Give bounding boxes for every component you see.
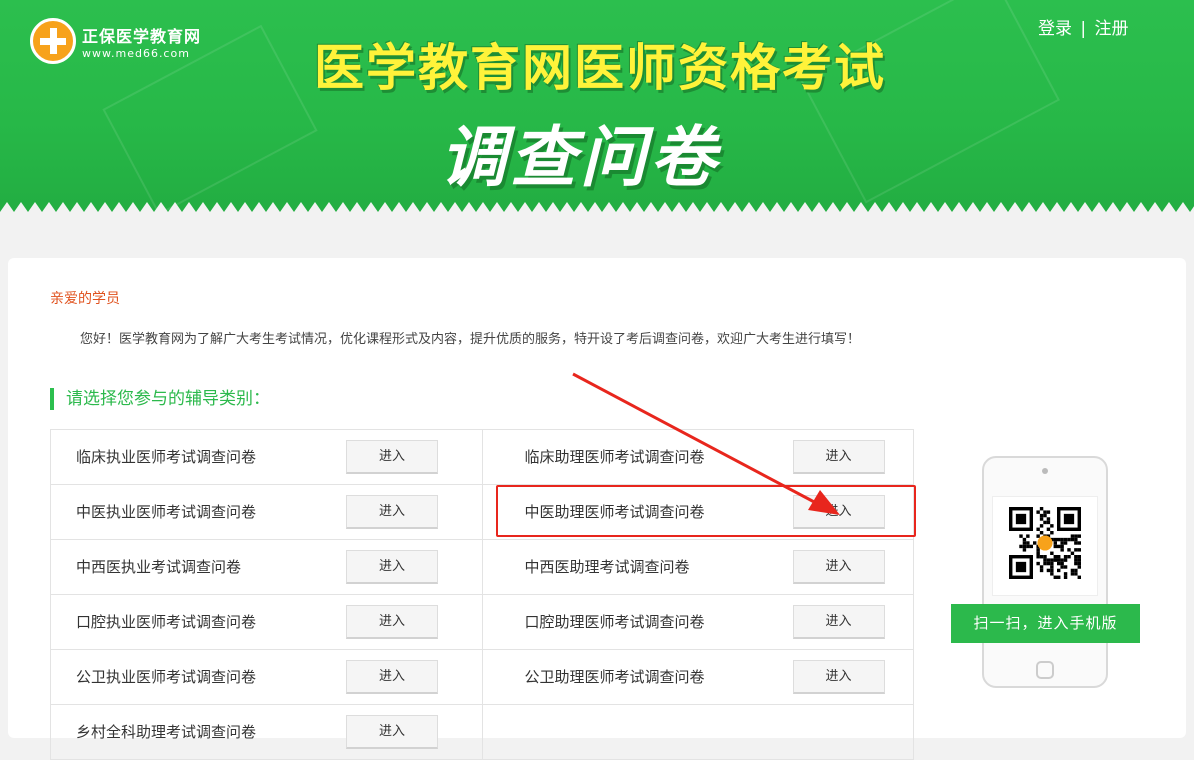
survey-cell: 口腔执业医师考试调查问卷 进入 [51, 595, 483, 650]
survey-cell-empty [482, 705, 914, 760]
login-link[interactable]: 登录 [1038, 19, 1072, 39]
phone-screen [992, 496, 1098, 596]
survey-cell: 公卫执业医师考试调查问卷 进入 [51, 650, 483, 705]
enter-button[interactable]: 进入 [346, 550, 438, 584]
enter-button[interactable]: 进入 [346, 440, 438, 474]
section-title: 请选择您参与的辅导类别： [50, 388, 270, 410]
phone-frame [982, 456, 1108, 688]
phone-home-button [1036, 661, 1054, 679]
survey-label: 公卫助理医师考试调查问卷 [524, 668, 705, 686]
survey-row: 中西医执业考试调查问卷 进入 中西医助理考试调查问卷 进入 [51, 540, 914, 595]
survey-cell: 中西医助理考试调查问卷 进入 [482, 540, 914, 595]
survey-row: 临床执业医师考试调查问卷 进入 临床助理医师考试调查问卷 进入 [51, 430, 914, 485]
survey-label: 口腔助理医师考试调查问卷 [524, 613, 705, 631]
survey-label: 口腔执业医师考试调查问卷 [76, 613, 257, 631]
survey-grid: 临床执业医师考试调查问卷 进入 临床助理医师考试调查问卷 进入 中医执业医师考试… [50, 429, 914, 760]
survey-cell: 中医执业医师考试调查问卷 进入 [51, 485, 483, 540]
header-banner: 正保医学教育网 www.med66.com 登录 | 注册 医学教育网医师资格考… [0, 0, 1194, 222]
highlight-box [496, 485, 916, 537]
phone-speaker [1042, 468, 1048, 474]
qr-code-icon [1009, 507, 1081, 579]
survey-label: 临床执业医师考试调查问卷 [76, 448, 257, 466]
auth-links: 登录 | 注册 [1038, 14, 1129, 39]
enter-button[interactable]: 进入 [346, 660, 438, 694]
logo-cross-icon [30, 18, 76, 64]
enter-button[interactable]: 进入 [346, 605, 438, 639]
survey-cell: 乡村全科助理考试调查问卷 进入 [51, 705, 483, 760]
auth-separator: | [1080, 19, 1087, 39]
survey-row: 公卫执业医师考试调查问卷 进入 公卫助理医师考试调查问卷 进入 [51, 650, 914, 705]
survey-cell: 公卫助理医师考试调查问卷 进入 [482, 650, 914, 705]
survey-label: 临床助理医师考试调查问卷 [524, 448, 705, 466]
banner-subtitle: 调查问卷 [440, 118, 720, 196]
enter-button[interactable]: 进入 [792, 440, 885, 474]
survey-label: 中西医执业考试调查问卷 [76, 558, 242, 576]
site-logo[interactable]: 正保医学教育网 www.med66.com [30, 18, 201, 64]
survey-cell: 临床助理医师考试调查问卷 进入 [482, 430, 914, 485]
banner-title: 医学教育网医师资格考试 [314, 39, 886, 97]
logo-url: www.med66.com [82, 46, 190, 60]
mobile-version-button[interactable]: 扫一扫，进入手机版 [951, 604, 1140, 643]
register-link[interactable]: 注册 [1095, 19, 1129, 39]
enter-button[interactable]: 进入 [792, 660, 885, 694]
intro-text: 您好！医学教育网为了解广大考生考试情况，优化课程形式及内容，提升优质的服务，特开… [80, 332, 861, 347]
survey-cell: 中西医执业考试调查问卷 进入 [51, 540, 483, 595]
enter-button[interactable]: 进入 [346, 715, 438, 749]
survey-row: 乡村全科助理考试调查问卷 进入 [51, 705, 914, 760]
survey-label: 公卫执业医师考试调查问卷 [76, 668, 257, 686]
greeting: 亲爱的学员 [50, 291, 120, 307]
survey-label: 乡村全科助理考试调查问卷 [76, 723, 257, 741]
survey-cell: 临床执业医师考试调查问卷 进入 [51, 430, 483, 485]
enter-button[interactable]: 进入 [792, 550, 885, 584]
enter-button[interactable]: 进入 [346, 495, 438, 529]
logo-name: 正保医学教育网 [82, 26, 202, 46]
survey-label: 中西医助理考试调查问卷 [524, 558, 690, 576]
enter-button[interactable]: 进入 [792, 605, 885, 639]
survey-row: 口腔执业医师考试调查问卷 进入 口腔助理医师考试调查问卷 进入 [51, 595, 914, 650]
banner-zigzag-edge [0, 202, 1194, 222]
survey-cell: 口腔助理医师考试调查问卷 进入 [482, 595, 914, 650]
survey-label: 中医执业医师考试调查问卷 [76, 503, 257, 521]
